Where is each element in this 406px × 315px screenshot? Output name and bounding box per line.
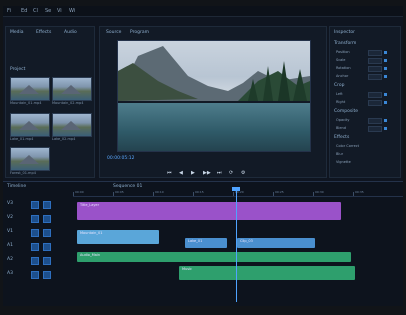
timeline-clip[interactable]: Title_Layer [77,202,341,220]
thumbnail-label: Mountain_01.mp4 [10,101,42,105]
track-label: A1 [7,243,13,248]
effects-title: Effects [334,135,350,140]
thumbnail-label: Lake_02.mp4 [52,137,76,141]
timeline-clip[interactable]: Lake_01 [185,238,227,248]
timeline-clip[interactable]: Audio_Main [77,252,351,262]
eye-icon[interactable] [43,229,51,237]
skip-forward-icon[interactable]: ⏭ [217,170,222,176]
solo-icon[interactable] [43,257,51,265]
video-preview [117,40,311,152]
timecode-display: 00:00:05:12 [107,156,135,161]
track-header[interactable]: A2 [3,256,73,266]
property-row[interactable]: Blend [330,125,390,132]
track-header[interactable]: A1 [3,242,73,252]
thumbnail-label: Forest_01.mp4 [10,171,36,175]
lake-reflection [118,103,310,151]
property-row[interactable]: Opacity [330,117,390,124]
inspector-panel: Inspector Transform Position Scale Rotat… [329,26,401,178]
play-icon[interactable]: ▶ [191,170,195,176]
track-label: A3 [7,271,13,276]
track-label: V3 [7,201,13,206]
effect-item[interactable]: Blur [330,151,390,158]
menu-item[interactable]: Ed [21,8,27,14]
ruler-label: 00:05 [115,190,124,194]
fast-forward-icon[interactable]: ▶▶ [203,170,211,176]
lock-icon[interactable] [31,201,39,209]
solo-icon[interactable] [43,271,51,279]
ruler-label: 00:00 [75,190,84,194]
media-thumbnail[interactable] [52,77,92,101]
media-thumbnail[interactable] [52,113,92,137]
track-label: V1 [7,229,13,234]
property-row[interactable]: Left [330,91,390,98]
menu-item[interactable]: Vi [57,8,62,14]
lock-icon[interactable] [31,215,39,223]
playhead[interactable] [236,190,237,302]
tab-program[interactable]: Program [130,30,149,35]
eye-icon[interactable] [43,201,51,209]
timeline-ruler[interactable]: 00:00 00:05 00:10 00:15 00:20 00:25 00:3… [73,190,403,197]
tab-effects[interactable]: Effects [36,30,51,35]
effect-item[interactable]: Vignette [330,159,390,166]
mute-icon[interactable] [31,271,39,279]
menu-item[interactable]: Fi [7,8,11,14]
settings-icon[interactable]: ⚙ [241,170,245,176]
ruler-label: 00:10 [155,190,164,194]
property-row[interactable]: Anchor [330,73,390,80]
media-thumbnail[interactable] [10,77,50,101]
property-row[interactable]: Scale [330,57,390,64]
ruler-label: 00:25 [275,190,284,194]
track-label: A2 [7,257,13,262]
solo-icon[interactable] [43,243,51,251]
tab-media[interactable]: Media [10,30,24,35]
ruler-label: 00:15 [195,190,204,194]
video-editor-app: Fi Ed Cl Se Vi Wi Media Effects Audio Pr… [3,6,403,306]
menu-bar: Fi Ed Cl Se Vi Wi [3,6,403,17]
step-back-icon[interactable]: ◀ [179,170,183,176]
ruler-label: 00:30 [315,190,324,194]
media-panel: Media Effects Audio Project Mountain_01.… [5,26,95,178]
effect-item[interactable]: Color Correct [330,143,390,150]
tab-audio[interactable]: Audio [64,30,77,35]
property-row[interactable]: Rotation [330,65,390,72]
track-header[interactable]: V3 [3,200,73,210]
media-thumbnail[interactable] [10,147,50,171]
track-header[interactable]: V2 [3,214,73,224]
track-header[interactable]: A3 [3,270,73,280]
media-thumbnail[interactable] [10,113,50,137]
mute-icon[interactable] [31,257,39,265]
eye-icon[interactable] [43,215,51,223]
menu-item[interactable]: Se [45,8,51,14]
mute-icon[interactable] [31,243,39,251]
inspector-title: Inspector [334,30,355,35]
property-row[interactable]: Right [330,99,390,106]
timeline-title: Timeline [7,184,27,189]
track-label: V2 [7,215,13,220]
timeline-clip[interactable]: Clip_03 [237,238,315,248]
skip-back-icon[interactable]: ⏮ [167,170,172,176]
loop-icon[interactable]: ⟳ [229,170,233,176]
timeline-clip[interactable]: Mountain_01 [77,230,159,244]
menu-item[interactable]: Wi [69,8,75,14]
group-title: Crop [334,83,345,88]
screen: Fi Ed Cl Se Vi Wi Media Effects Audio Pr… [0,0,406,315]
ruler-label: 00:35 [355,190,364,194]
section-title: Project [10,67,26,72]
track-header[interactable]: V1 [3,228,73,238]
sequence-name: Sequence 01 [113,184,143,189]
group-title: Transform [334,41,357,46]
thumbnail-label: Mountain_02.mp4 [52,101,84,105]
group-title: Composite [334,109,359,114]
thumbnail-label: Lake_01.mp4 [10,137,34,141]
menu-item[interactable]: Cl [33,8,38,14]
property-row[interactable]: Position [330,49,390,56]
tab-source[interactable]: Source [106,30,121,35]
timeline-clip[interactable]: Music [179,266,355,280]
lock-icon[interactable] [31,229,39,237]
